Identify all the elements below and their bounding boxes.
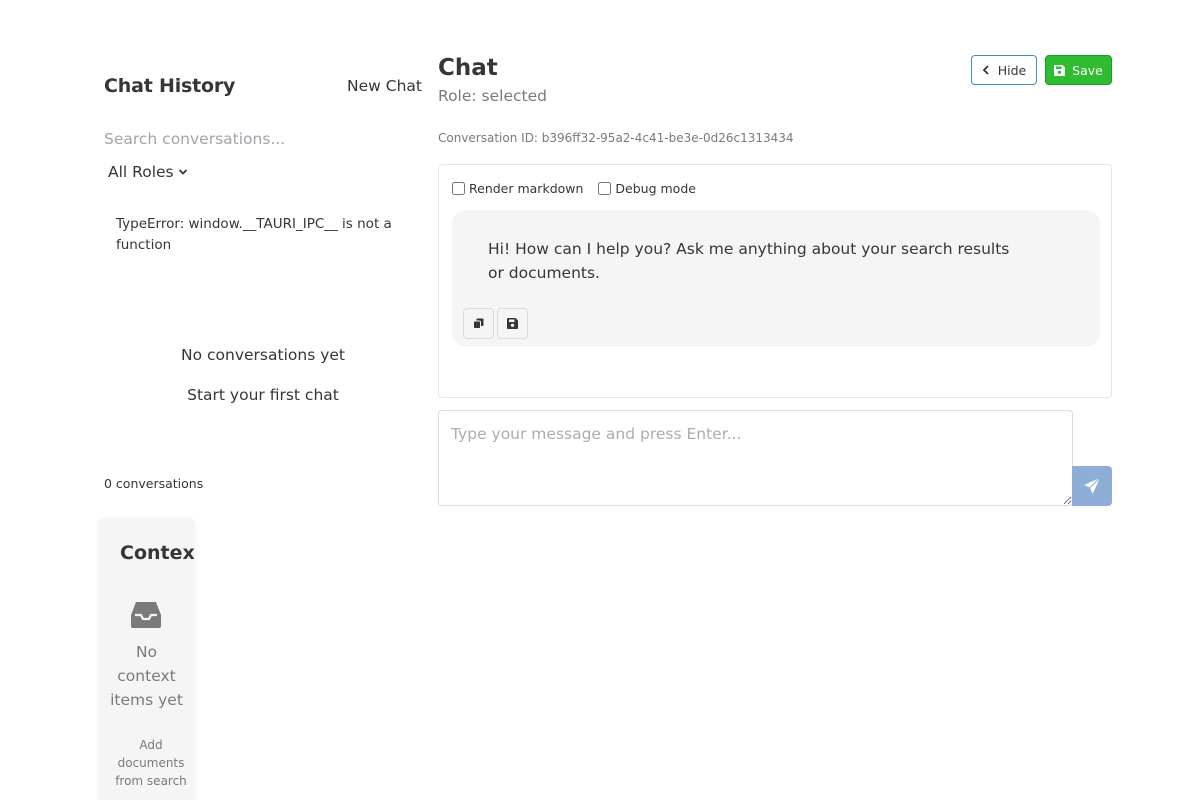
new-chat-button[interactable]: New Chat [347,77,422,95]
assistant-message-bubble: Hi! How can I help you? Ask me anything … [452,210,1100,347]
send-button[interactable] [1072,466,1112,506]
render-markdown-checkbox[interactable] [452,182,465,195]
sidebar-header: Chat History New Chat [104,70,422,102]
copy-icon [473,318,484,329]
context-title: Context [120,542,194,564]
role-subtitle: Role: selected [438,87,547,105]
context-hint-text: Add documents from search [115,738,187,788]
copy-message-button[interactable] [463,308,494,339]
render-markdown-label: Render markdown [469,181,584,196]
floppy-disk-icon [507,318,518,329]
chevron-left-icon [982,65,989,75]
message-input[interactable] [438,410,1073,506]
sidebar-title: Chat History [104,75,236,97]
save-button-label: Save [1072,62,1103,78]
floppy-disk-icon [1054,64,1066,76]
render-markdown-option[interactable]: Render markdown [452,181,583,196]
chat-messages-box: Render markdown Debug mode Hi! How can I… [438,164,1112,398]
chat-options: Render markdown Debug mode [452,181,711,196]
paper-plane-icon [1084,477,1101,494]
debug-mode-option[interactable]: Debug mode [598,181,696,196]
empty-conversations-title: No conversations yet [181,346,345,364]
debug-mode-checkbox[interactable] [598,182,612,195]
chevron-down-icon [178,169,187,175]
save-button[interactable]: Save [1045,55,1112,85]
role-filter-value: All Roles [108,163,174,181]
conversation-count: 0 conversations [104,476,204,491]
assistant-message-text: Hi! How can I help you? Ask me anything … [488,240,1010,282]
inbox-icon [131,602,161,628]
save-message-button[interactable] [497,308,528,339]
role-filter-select[interactable]: All Roles [108,163,188,181]
page-title: Chat [438,55,498,81]
context-empty-text: No context items yet [110,643,183,709]
chat-history-sidebar: Chat History New Chat All Roles TypeErro… [104,70,422,491]
hide-button[interactable]: Hide [971,55,1037,85]
search-conversations-input[interactable] [104,130,404,148]
error-message: TypeError: window.__TAURI_IPC__ is not a… [116,216,392,253]
debug-mode-label: Debug mode [615,181,696,196]
empty-conversations-subtitle: Start your first chat [187,386,339,404]
conversation-id: Conversation ID: b396ff32-95a2-4c41-be3e… [438,131,794,145]
hide-button-label: Hide [997,62,1027,78]
context-panel: Context No context items yet Add documen… [99,518,194,800]
